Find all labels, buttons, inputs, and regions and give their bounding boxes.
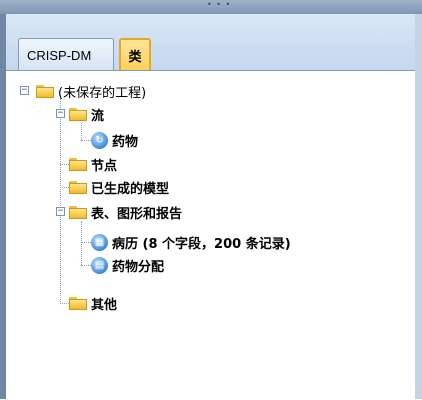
distribution-output-icon: ▤ xyxy=(91,256,108,274)
tree-node-label: 病历 (8 个字段，200 条记录) xyxy=(112,236,291,252)
folder-icon xyxy=(69,296,87,310)
tree-connector xyxy=(81,123,82,140)
tree-connector xyxy=(81,265,91,266)
tree-connector xyxy=(60,187,69,188)
tree-connector xyxy=(60,303,69,304)
project-tree: − (未保存的工程) − 流 ↻ 药物 节点 已生成的模型 − 表、图形和报告 … xyxy=(6,70,415,400)
tree-node-nodes[interactable]: 节点 xyxy=(69,154,117,174)
tree-node-other[interactable]: 其他 xyxy=(69,293,117,313)
tree-node-generated-models[interactable]: 已生成的模型 xyxy=(69,177,169,197)
tree-node-label: 表、图形和报告 xyxy=(91,206,183,222)
folder-icon xyxy=(69,107,87,121)
tree-connector xyxy=(81,221,82,265)
tree-node-label: 其他 xyxy=(91,297,118,313)
table-output-icon: ▦ xyxy=(91,233,108,251)
tree-node-label: 节点 xyxy=(91,158,118,174)
tree-node-label: 已生成的模型 xyxy=(91,181,170,197)
title-bar: • • • xyxy=(0,0,422,14)
tab-strip: CRISP-DM 类 xyxy=(6,14,415,74)
collapse-streams-icon[interactable]: − xyxy=(56,109,65,118)
tree-node-table-records[interactable]: ▦ 病历 (8 个字段，200 条记录) xyxy=(91,232,291,252)
tree-connector xyxy=(81,140,91,141)
tab-class[interactable]: 类 xyxy=(119,38,151,74)
tree-connector xyxy=(60,164,69,165)
collapse-root-icon[interactable]: − xyxy=(20,86,29,95)
tree-node-drug-distribution[interactable]: ▤ 药物分配 xyxy=(91,255,164,275)
tab-crisp-dm[interactable]: CRISP-DM xyxy=(18,38,114,74)
tree-node-stream-drug[interactable]: ↻ 药物 xyxy=(91,130,138,150)
tree-node-label: (未保存的工程) xyxy=(58,85,147,101)
tree-node-label: 药物分配 xyxy=(112,259,165,275)
collapse-tables-icon[interactable]: − xyxy=(56,207,65,216)
folder-icon xyxy=(69,180,87,194)
folder-icon xyxy=(69,157,87,171)
tree-node-streams[interactable]: 流 xyxy=(69,104,104,124)
right-frame xyxy=(415,14,422,399)
tree-connector xyxy=(60,98,61,304)
tree-connector xyxy=(81,242,91,243)
resize-grip-icon[interactable]: • • • xyxy=(207,1,233,9)
tree-node-root[interactable]: (未保存的工程) xyxy=(36,81,146,101)
tree-node-tables-graphs-reports[interactable]: 表、图形和报告 xyxy=(69,202,182,222)
folder-icon xyxy=(36,84,54,98)
tree-node-label: 流 xyxy=(91,108,105,124)
tree-node-label: 药物 xyxy=(112,134,139,150)
stream-icon: ↻ xyxy=(91,131,108,149)
folder-icon xyxy=(69,205,87,219)
